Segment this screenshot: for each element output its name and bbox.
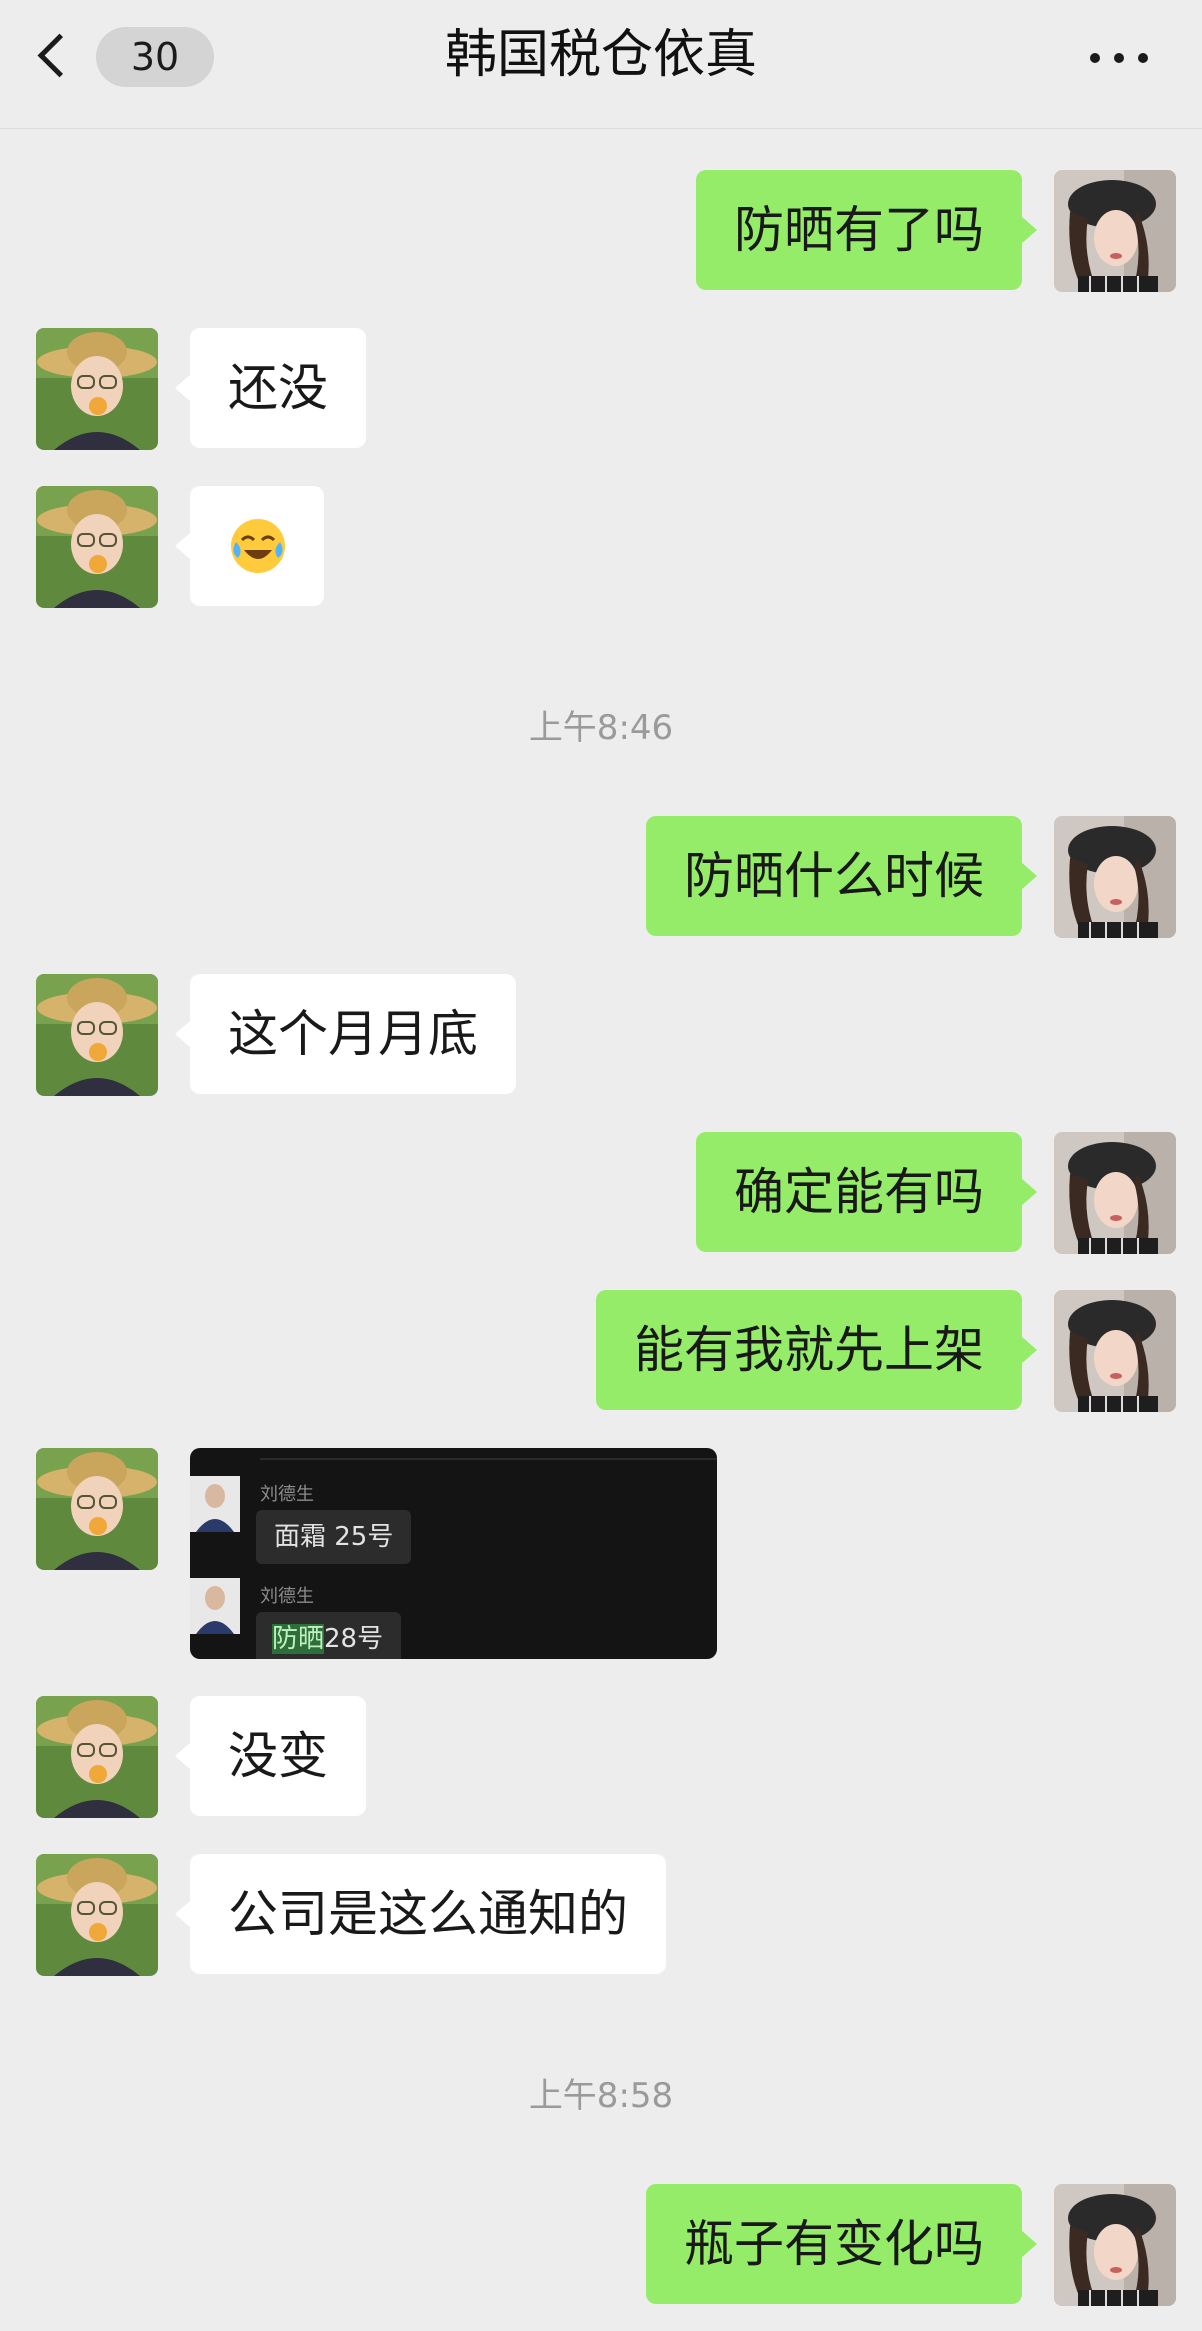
message-bubble-incoming[interactable]: 还没 [175,328,366,448]
quoted-message-text: 28号 [324,1624,384,1654]
message-bubble-outgoing[interactable]: 能有我就先上架 [596,1290,1037,1410]
my-avatar[interactable] [1054,2184,1176,2306]
quoted-message: 面霜 25号 [256,1510,412,1564]
message-bubble-incoming[interactable] [175,486,324,606]
sender-avatar [190,1578,240,1634]
more-options-icon[interactable] [1090,50,1154,68]
contact-avatar[interactable] [36,486,158,608]
message-bubble-incoming[interactable]: 这个月月底 [175,974,516,1094]
chat-screen: 30 韩国税仓依真 防晒有了吗 还没 上午8:46 防晒什么时候 这个月月底 确… [0,0,1202,2331]
contact-avatar[interactable] [36,1854,158,1976]
image-message[interactable]: 刘德生 面霜 25号 刘德生 防晒28号 [190,1448,717,1659]
back-button[interactable]: 30 [34,22,214,92]
crying-laughing-emoji-icon [231,519,285,573]
chat-header: 30 韩国税仓依真 [0,0,1202,129]
contact-avatar[interactable] [36,328,158,450]
my-avatar[interactable] [1054,1290,1176,1412]
sender-avatar [190,1476,240,1532]
message-bubble-outgoing[interactable]: 确定能有吗 [696,1132,1037,1252]
contact-avatar[interactable] [36,974,158,1096]
my-avatar[interactable] [1054,816,1176,938]
divider [260,1448,717,1460]
timestamp: 上午8:58 [528,2076,674,2116]
my-avatar[interactable] [1054,1132,1176,1254]
highlighted-keyword: 防晒 [272,1624,325,1654]
chevron-left-icon [37,33,82,78]
message-bubble-outgoing[interactable]: 瓶子有变化吗 [646,2184,1037,2304]
unread-count-badge: 30 [96,27,214,87]
message-bubble-outgoing[interactable]: 防晒什么时候 [646,816,1037,936]
chat-title: 韩国税仓依真 [444,25,757,85]
sender-name: 刘德生 [260,1484,314,1505]
sender-name: 刘德生 [260,1586,314,1607]
contact-avatar[interactable] [36,1448,158,1570]
message-bubble-outgoing[interactable]: 防晒有了吗 [696,170,1037,290]
quoted-message: 防晒28号 [256,1612,402,1659]
contact-avatar[interactable] [36,1696,158,1818]
message-bubble-incoming[interactable]: 公司是这么通知的 [175,1854,666,1974]
timestamp: 上午8:46 [528,708,674,748]
my-avatar[interactable] [1054,170,1176,292]
message-bubble-incoming[interactable]: 没变 [175,1696,366,1816]
